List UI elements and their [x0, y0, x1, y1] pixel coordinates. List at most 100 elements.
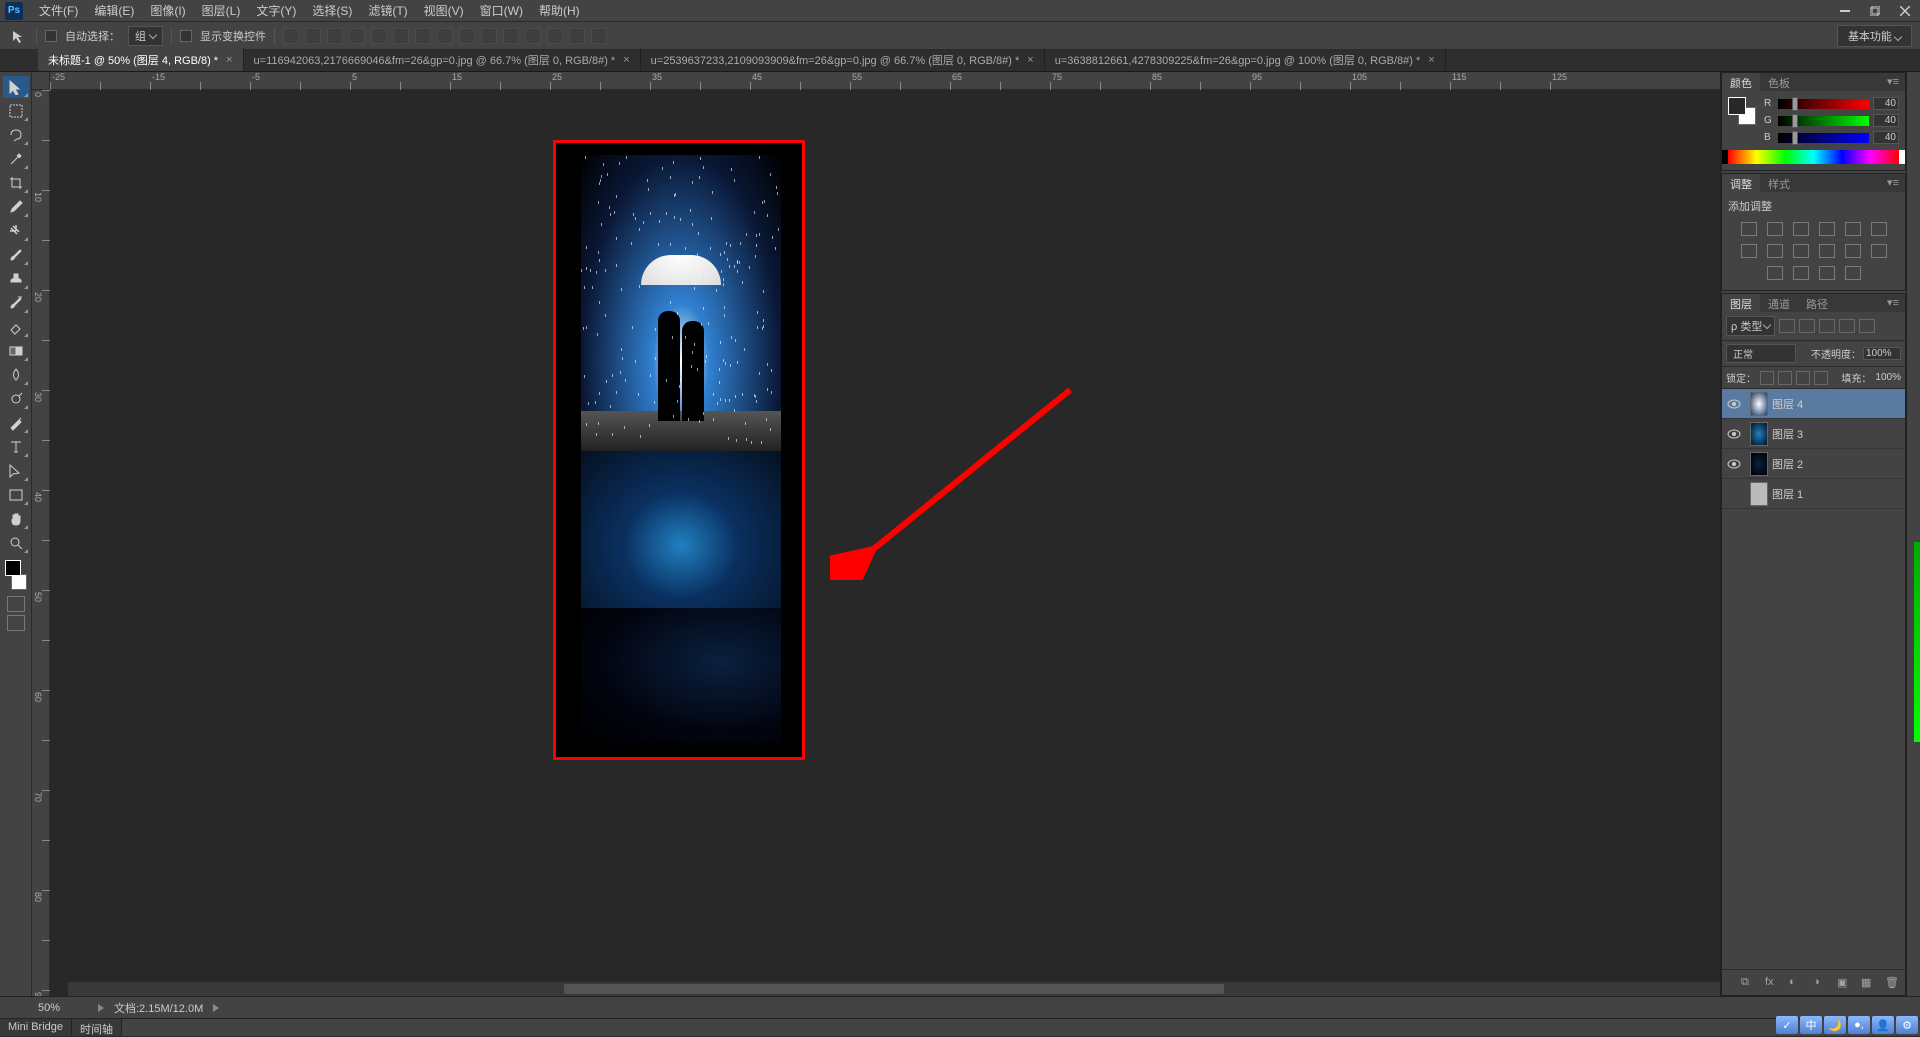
layer-visibility-icon[interactable]: [1722, 429, 1746, 439]
align-icon-11[interactable]: [525, 28, 541, 44]
paths-tab[interactable]: 路径: [1798, 294, 1836, 312]
standard-mode-icon[interactable]: [7, 596, 25, 612]
current-tool-indicator[interactable]: [8, 27, 28, 45]
new-group-icon[interactable]: ▣: [1837, 976, 1851, 990]
adjustment-preset-icon[interactable]: [1793, 244, 1809, 258]
ime-button-3[interactable]: ●,: [1848, 1016, 1870, 1034]
layers-tab[interactable]: 图层: [1722, 294, 1760, 312]
menu-4[interactable]: 文字(Y): [248, 4, 304, 18]
document-tab-0[interactable]: 未标题-1 @ 50% (图层 4, RGB/8) *×: [38, 48, 244, 71]
styles-tab[interactable]: 样式: [1760, 174, 1798, 192]
foreground-background-colors[interactable]: [3, 560, 29, 590]
r-slider[interactable]: [1778, 99, 1869, 109]
menu-8[interactable]: 窗口(W): [472, 4, 531, 18]
b-slider[interactable]: [1778, 133, 1869, 143]
adjustment-preset-icon[interactable]: [1871, 244, 1887, 258]
document-tab-1[interactable]: u=116942063,2176669046&fm=26&gp=0.jpg @ …: [244, 48, 641, 71]
window-close[interactable]: [1890, 1, 1920, 21]
align-icon-9[interactable]: [481, 28, 497, 44]
fill-adjustment-icon[interactable]: ◑: [1813, 976, 1827, 990]
ime-button-0[interactable]: ✓: [1776, 1016, 1798, 1034]
layer-visibility-icon[interactable]: [1722, 399, 1746, 409]
ruler-origin[interactable]: [32, 72, 50, 90]
canvas-area[interactable]: [50, 90, 1720, 996]
fill-value[interactable]: 100%: [1875, 372, 1901, 383]
adjustment-preset-icon[interactable]: [1845, 222, 1861, 236]
menu-6[interactable]: 滤镜(T): [360, 4, 415, 18]
align-icon-4[interactable]: [371, 28, 387, 44]
align-icon-14[interactable]: [591, 28, 607, 44]
lasso-tool[interactable]: [3, 124, 29, 146]
bottom-tab-0[interactable]: Mini Bridge: [0, 1019, 72, 1036]
placed-image-1[interactable]: [581, 155, 781, 451]
close-tab-icon[interactable]: ×: [226, 54, 232, 66]
eyedropper-tool[interactable]: [3, 196, 29, 218]
align-icon-2[interactable]: [327, 28, 343, 44]
adjustment-preset-icon[interactable]: [1819, 266, 1835, 280]
layer-filter-type[interactable]: ρ 类型: [1726, 316, 1775, 336]
opacity-value[interactable]: 100%: [1863, 347, 1901, 360]
layer-name[interactable]: 图层 2: [1772, 456, 1803, 472]
panel-menu-icon[interactable]: ▾≡: [1881, 174, 1905, 192]
move-tool[interactable]: [3, 76, 29, 98]
align-icon-8[interactable]: [459, 28, 475, 44]
g-slider[interactable]: [1778, 116, 1869, 126]
dodge-tool[interactable]: [3, 388, 29, 410]
b-value[interactable]: 40: [1873, 131, 1899, 144]
adjustment-preset-icon[interactable]: [1767, 222, 1783, 236]
align-icon-7[interactable]: [437, 28, 453, 44]
layer-fx-icon[interactable]: fx: [1765, 976, 1779, 990]
status-arrow-icon[interactable]: [98, 1004, 104, 1012]
brush-tool[interactable]: [3, 244, 29, 266]
menu-0[interactable]: 文件(F): [31, 4, 86, 18]
status-arrow-icon[interactable]: [213, 1004, 219, 1012]
menu-7[interactable]: 视图(V): [416, 4, 472, 18]
ime-button-2[interactable]: 🌙: [1824, 1016, 1846, 1034]
path-select-tool[interactable]: [3, 460, 29, 482]
close-tab-icon[interactable]: ×: [1027, 54, 1033, 66]
rectangle-tool[interactable]: [3, 484, 29, 506]
ime-button-1[interactable]: 中: [1800, 1016, 1822, 1034]
panel-menu-icon[interactable]: ▾≡: [1881, 73, 1905, 91]
adjustment-preset-icon[interactable]: [1819, 244, 1835, 258]
layer-visibility-icon[interactable]: [1722, 459, 1746, 469]
r-value[interactable]: 40: [1873, 97, 1899, 110]
lock-position-icon[interactable]: [1796, 371, 1810, 385]
layer-thumbnail[interactable]: [1750, 422, 1768, 446]
adjustment-preset-icon[interactable]: [1741, 244, 1757, 258]
menu-5[interactable]: 选择(S): [304, 4, 360, 18]
layer-thumbnail[interactable]: [1750, 482, 1768, 506]
horizontal-scrollbar[interactable]: [68, 982, 1720, 996]
filter-pixel-icon[interactable]: [1779, 319, 1795, 333]
close-tab-icon[interactable]: ×: [623, 54, 629, 66]
align-icon-6[interactable]: [415, 28, 431, 44]
adjustment-preset-icon[interactable]: [1767, 244, 1783, 258]
zoom-tool[interactable]: [3, 532, 29, 554]
heal-tool[interactable]: [3, 220, 29, 242]
align-icon-13[interactable]: [569, 28, 585, 44]
layer-row[interactable]: 图层 3: [1722, 419, 1905, 449]
magic-wand-tool[interactable]: [3, 148, 29, 170]
menu-9[interactable]: 帮助(H): [531, 4, 588, 18]
adjustment-preset-icon[interactable]: [1845, 266, 1861, 280]
layer-thumbnail[interactable]: [1750, 452, 1768, 476]
placed-image-3[interactable]: [581, 608, 781, 743]
adjustment-preset-icon[interactable]: [1767, 266, 1783, 280]
stamp-tool[interactable]: [3, 268, 29, 290]
color-spectrum[interactable]: [1728, 150, 1899, 164]
layer-mask-icon[interactable]: ◐: [1789, 976, 1803, 990]
menu-2[interactable]: 图像(I): [142, 4, 193, 18]
marquee-tool[interactable]: [3, 100, 29, 122]
lock-pixels-icon[interactable]: [1778, 371, 1792, 385]
layer-row[interactable]: 图层 4: [1722, 389, 1905, 419]
align-icon-0[interactable]: [283, 28, 299, 44]
document-tab-3[interactable]: u=3638812661,4278309225&fm=26&gp=0.jpg @…: [1045, 48, 1446, 71]
foreground-background-swatch[interactable]: [1728, 97, 1756, 125]
close-tab-icon[interactable]: ×: [1428, 54, 1434, 66]
adjustments-tab[interactable]: 调整: [1722, 174, 1760, 192]
quickmask-mode-icon[interactable]: [7, 615, 25, 631]
color-tab[interactable]: 颜色: [1722, 73, 1760, 91]
menu-3[interactable]: 图层(L): [194, 4, 249, 18]
pen-tool[interactable]: [3, 412, 29, 434]
workspace-switcher[interactable]: 基本功能: [1837, 25, 1912, 47]
